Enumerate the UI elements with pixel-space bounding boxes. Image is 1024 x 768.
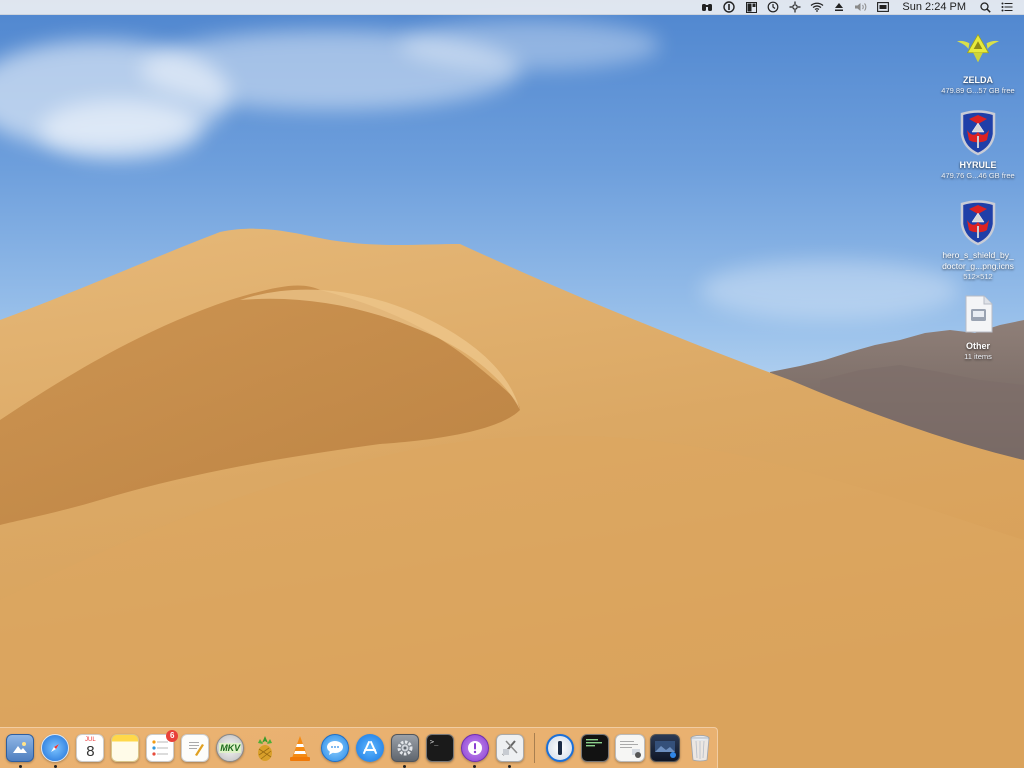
dock-app-vlc[interactable] — [284, 732, 316, 764]
dock-stack-documents[interactable] — [614, 732, 646, 764]
desktop-icon-info: 479.89 G...57 GB free — [941, 86, 1015, 95]
xcode-tools-icon — [495, 734, 524, 762]
mkv-icon: MKV — [216, 734, 245, 762]
console-icon — [580, 734, 609, 762]
terminal-icon: >_ — [425, 734, 454, 762]
desktop-icon-other-stack[interactable]: Other 11 items — [935, 292, 1021, 362]
dock-app-notes[interactable] — [109, 732, 141, 764]
binoculars-icon[interactable] — [700, 0, 714, 15]
dock-app-console[interactable] — [579, 732, 611, 764]
terminal-prompt: >_ — [429, 738, 439, 746]
desktop-icon-zelda[interactable]: ZELDA 479.89 G...57 GB free — [935, 26, 1021, 96]
wallpaper — [0, 0, 1024, 768]
dock-app-xcode-tools[interactable] — [494, 732, 526, 768]
safari-compass-icon — [41, 734, 70, 762]
document-icon — [956, 292, 1000, 336]
spotlight-search-icon[interactable] — [978, 0, 992, 15]
desktop-icon-info: 479.76 G...46 GB free — [941, 171, 1015, 180]
dock-app-preview[interactable] — [5, 732, 37, 768]
desktop-icon-label: hero_s_shield_by_ — [942, 250, 1014, 260]
hylian-shield-icon — [956, 200, 1000, 246]
dock-app-pineapple[interactable] — [249, 732, 281, 764]
desktop-icon-label: Other — [965, 341, 990, 351]
desktop-icon-info: 512×512 — [963, 272, 993, 281]
password-manager-icon[interactable] — [722, 0, 736, 15]
document-stack-icon — [614, 734, 645, 762]
pineapple-icon — [251, 734, 279, 762]
app-store-icon — [356, 734, 384, 762]
dock-app-textedit[interactable] — [179, 732, 211, 764]
dock-app-terminal[interactable]: >_ — [424, 732, 456, 764]
dock-app-safari[interactable] — [39, 732, 71, 768]
onepassword-icon — [545, 734, 574, 762]
dock-app-1password[interactable] — [544, 732, 576, 764]
desktop-icon-heros-shield-file[interactable]: hero_s_shield_by_ doctor_g...png.icns 51… — [935, 200, 1021, 282]
dock-app-system-preferences[interactable] — [389, 732, 421, 768]
window-layout-icon[interactable] — [744, 0, 758, 15]
desktop-icon-label: doctor_g...png.icns — [942, 261, 1014, 271]
trash-icon — [686, 734, 714, 762]
dock-trash[interactable] — [684, 732, 716, 764]
dock-app-feedback[interactable] — [459, 732, 491, 768]
dock-app-mkv[interactable]: MKV — [214, 732, 246, 764]
dock-app-messages[interactable] — [319, 732, 351, 764]
dock-separator — [534, 733, 536, 763]
menubar-clock[interactable]: Sun 2:24 PM — [902, 0, 966, 15]
dock-stack-screenshot[interactable] — [649, 732, 681, 764]
vlc-cone-icon — [286, 734, 314, 762]
desktop-icon-label: HYRULE — [959, 160, 997, 170]
dock-app-reminders[interactable]: 6 — [144, 730, 179, 764]
feedback-icon — [460, 734, 489, 762]
calendar-day: 8 — [86, 743, 95, 760]
dock-app-app-store[interactable] — [354, 732, 386, 764]
menu-bar: Sun 2:24 PM — [0, 0, 1024, 15]
preview-icon — [6, 734, 35, 762]
dune-landscape — [0, 228, 1024, 768]
notification-center-icon[interactable] — [1000, 0, 1014, 15]
bluetooth-like-icon[interactable] — [788, 0, 802, 15]
dock: JUL 8 6 MKV >_ — [0, 727, 718, 768]
desktop-icon-label: ZELDA — [963, 75, 993, 85]
gear-icon — [390, 734, 419, 762]
wifi-icon[interactable] — [810, 0, 824, 15]
triforce-crest-icon — [956, 26, 1000, 70]
desktop-icon-hyrule[interactable]: HYRULE 479.76 G...46 GB free — [935, 110, 1021, 181]
hylian-shield-icon — [956, 110, 1000, 156]
screen-capture-icon — [649, 734, 680, 762]
desktop[interactable]: Sun 2:24 PM ZELDA 479.89 G...57 GB free — [0, 0, 1024, 768]
calendar-icon: JUL 8 — [76, 734, 105, 762]
time-machine-icon[interactable] — [766, 0, 780, 15]
messages-icon — [321, 734, 350, 762]
textedit-icon — [181, 734, 210, 762]
notes-icon — [111, 734, 140, 762]
dock-app-calendar[interactable]: JUL 8 — [74, 732, 106, 764]
mkv-text: MKV — [219, 743, 242, 753]
display-icon[interactable] — [876, 0, 890, 15]
eject-icon[interactable] — [832, 0, 846, 15]
notification-badge: 6 — [166, 730, 179, 742]
desktop-icon-info: 11 items — [964, 352, 992, 361]
volume-icon[interactable] — [854, 0, 868, 15]
